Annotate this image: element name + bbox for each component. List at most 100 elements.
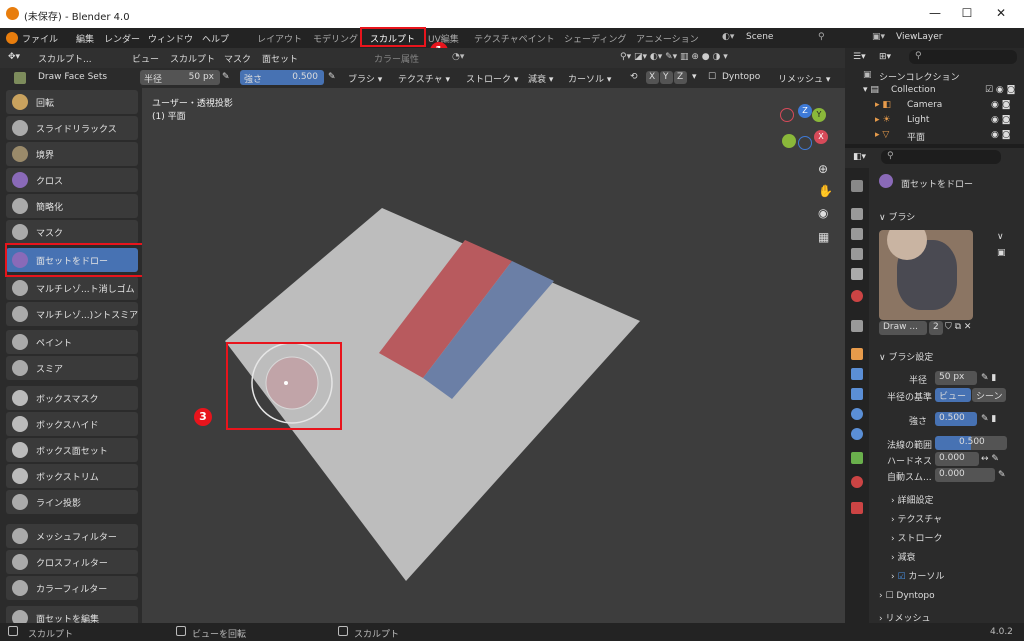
cursor-subpanel[interactable]: › ☑ カーソル: [891, 569, 944, 582]
gizmo-neg-x[interactable]: [780, 108, 794, 122]
brush-name[interactable]: Draw Face Sets: [38, 72, 107, 82]
physics-tab-icon[interactable]: [851, 408, 863, 420]
color-attribute[interactable]: カラー属性: [374, 52, 419, 65]
brush-datablock-name[interactable]: Draw ...: [879, 321, 927, 335]
radius-field[interactable]: 半径 50 px: [140, 70, 220, 85]
texture-tab-icon[interactable]: [851, 502, 863, 514]
overlay-icons[interactable]: ⚲▾ ◪▾ ◐▾ ✎▾ ▥ ⊕ ● ◑ ▾: [620, 52, 728, 62]
tool-14[interactable]: ボックストリム: [6, 464, 138, 488]
advanced-subpanel[interactable]: › 詳細設定: [891, 493, 933, 506]
tool-3[interactable]: クロス: [6, 168, 138, 192]
gizmo-neg-z[interactable]: [798, 136, 812, 150]
outliner-search-input[interactable]: ⚲: [909, 50, 1017, 64]
properties-search-input[interactable]: ⚲: [881, 150, 1001, 164]
data-tab-icon[interactable]: [851, 452, 863, 464]
brush-menu-icon[interactable]: ∨: [997, 232, 1004, 242]
properties-editor-icon[interactable]: ◧▾: [853, 152, 866, 162]
gizmo-neg-y[interactable]: [782, 134, 796, 148]
material-tab-icon[interactable]: [851, 476, 863, 488]
brush-datablock-icons[interactable]: ⛉ ⧉ ✕: [945, 322, 971, 332]
menu-sculpt[interactable]: スカルプト: [170, 52, 215, 65]
collection-tab-icon[interactable]: [851, 320, 863, 332]
object-tab-icon[interactable]: [851, 348, 863, 360]
tab-layout[interactable]: レイアウト: [257, 32, 302, 45]
strength-pressure-icon[interactable]: ✎ ▮: [981, 414, 996, 424]
outliner-plane[interactable]: 平面: [907, 130, 925, 143]
brush-panel-header[interactable]: ∨ ブラシ: [879, 210, 915, 223]
plane-visibility-icons[interactable]: ◉ ◙: [991, 130, 1010, 140]
collection-expand-icon[interactable]: ▾ ▤: [863, 85, 879, 95]
outliner-collection[interactable]: Collection: [891, 85, 936, 95]
minimize-icon[interactable]: —: [920, 6, 950, 20]
view-layer-name[interactable]: ViewLayer: [896, 32, 942, 42]
view-layer-icon[interactable]: ▣▾: [872, 32, 885, 42]
symmetry-dropdown-icon[interactable]: ▾: [692, 72, 697, 82]
tool-1[interactable]: スライドリラックス: [6, 116, 138, 140]
menu-view[interactable]: ビュー: [132, 52, 159, 65]
tool-15[interactable]: ライン投影: [6, 490, 138, 514]
mode-select[interactable]: スカルプト...: [38, 52, 92, 65]
dyntopo-label[interactable]: Dyntopo: [722, 72, 760, 82]
camera-view-icon[interactable]: ◉: [818, 206, 828, 220]
dyntopo-checkbox[interactable]: ☐: [708, 72, 716, 82]
zoom-icon[interactable]: ⊕: [818, 162, 828, 176]
menu-help[interactable]: ヘルプ: [202, 32, 229, 45]
tool-9[interactable]: ペイント: [6, 330, 138, 354]
tab-modeling[interactable]: モデリング: [313, 32, 358, 45]
tool-16[interactable]: メッシュフィルター: [6, 524, 138, 548]
outliner-filter-icon[interactable]: ⊞▾: [879, 52, 891, 62]
tab-texture-paint[interactable]: テクスチャペイント: [474, 32, 555, 45]
tool-13[interactable]: ボックス面セット: [6, 438, 138, 462]
normal-radius-field[interactable]: 0.500: [935, 436, 1007, 450]
brush-settings-panel-header[interactable]: ∨ ブラシ設定: [879, 350, 933, 363]
tool-7[interactable]: マルチレゾ...ト消しゴム: [6, 276, 138, 300]
tool-2[interactable]: 境界: [6, 142, 138, 166]
tab-animation[interactable]: アニメーション: [636, 32, 699, 45]
props-strength-field[interactable]: 0.500: [935, 412, 977, 426]
brush-browse-icon[interactable]: ▣: [997, 248, 1006, 258]
tool-10[interactable]: スミア: [6, 356, 138, 380]
scene-icon[interactable]: ◐▾: [722, 32, 734, 42]
symmetry-icon[interactable]: ⟲: [630, 72, 638, 82]
menu-render[interactable]: レンダー: [104, 32, 140, 45]
outliner-scene-collection[interactable]: シーンコレクション: [879, 70, 960, 83]
scene-tab-icon[interactable]: [851, 268, 863, 280]
outliner-camera[interactable]: Camera: [907, 100, 942, 110]
falloff-subpanel[interactable]: › 減衰: [891, 550, 915, 563]
ortho-grid-icon[interactable]: ▦: [818, 230, 829, 244]
cursor-dropdown[interactable]: カーソル ▾: [568, 72, 611, 85]
symmetry-y[interactable]: Y: [660, 71, 673, 84]
menu-file[interactable]: ファイル: [22, 32, 58, 45]
gizmo-y[interactable]: Y: [812, 108, 826, 122]
brush-dropdown[interactable]: ブラシ ▾: [348, 72, 382, 85]
brush-preview-image[interactable]: [879, 230, 973, 320]
shading-dropdown-icon[interactable]: ◔▾: [452, 52, 464, 62]
tool-0[interactable]: 回転: [6, 90, 138, 114]
strength-pressure-icon[interactable]: ✎: [328, 72, 336, 82]
blender-menu-icon[interactable]: [6, 32, 18, 44]
outliner-light[interactable]: Light: [907, 115, 929, 125]
strength-field[interactable]: 強さ 0.500: [240, 70, 324, 85]
light-visibility-icons[interactable]: ◉ ◙: [991, 115, 1010, 125]
gizmo-x[interactable]: X: [814, 130, 828, 144]
hardness-field[interactable]: 0.000: [935, 452, 979, 466]
outliner-editor-icon[interactable]: ☰▾: [853, 52, 866, 62]
tool-12[interactable]: ボックスハイド: [6, 412, 138, 436]
remesh-dropdown[interactable]: リメッシュ ▾: [778, 72, 830, 85]
menu-edit[interactable]: 編集: [76, 32, 94, 45]
gizmo-z[interactable]: Z: [798, 104, 812, 118]
tool-4[interactable]: 簡略化: [6, 194, 138, 218]
scene-name[interactable]: Scene: [746, 32, 773, 42]
hardness-invert-icon[interactable]: ↔ ✎: [981, 454, 999, 464]
tool-11[interactable]: ボックスマスク: [6, 386, 138, 410]
texture-dropdown[interactable]: テクスチャ ▾: [398, 72, 450, 85]
output-tab-icon[interactable]: [851, 228, 863, 240]
close-icon[interactable]: ✕: [986, 6, 1016, 20]
brush-users-count[interactable]: 2: [929, 321, 943, 335]
falloff-dropdown[interactable]: 減衰 ▾: [528, 72, 553, 85]
autosmooth-field[interactable]: 0.000: [935, 468, 995, 482]
maximize-icon[interactable]: ☐: [952, 6, 982, 20]
tool-tab-icon[interactable]: [851, 180, 863, 192]
stroke-subpanel[interactable]: › ストローク: [891, 531, 942, 544]
pin-icon[interactable]: ⚲: [818, 32, 825, 42]
